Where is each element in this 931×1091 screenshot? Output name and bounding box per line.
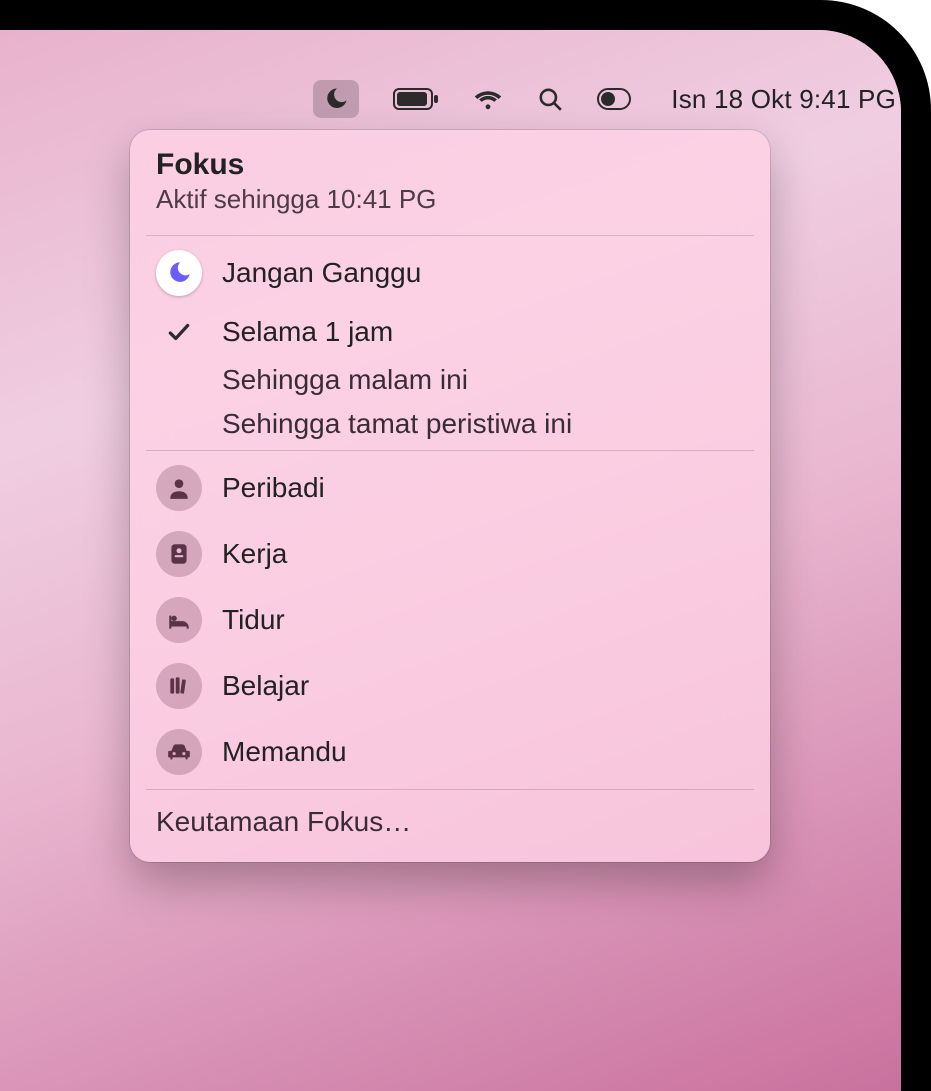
focus-duration-until-event-ends[interactable]: Sehingga tamat peristiwa ini — [130, 402, 770, 446]
focus-mode-work[interactable]: Kerja — [130, 521, 770, 587]
wifi-icon[interactable] — [473, 87, 503, 111]
person-icon — [156, 465, 202, 511]
focus-mode-do-not-disturb[interactable]: Jangan Ganggu — [130, 240, 770, 306]
divider — [146, 235, 754, 236]
books-icon — [156, 663, 202, 709]
bed-icon — [156, 597, 202, 643]
focus-panel-header: Fokus Aktif sehingga 10:41 PG — [130, 144, 770, 231]
focus-duration-until-evening[interactable]: Sehingga malam ini — [130, 358, 770, 402]
divider — [146, 789, 754, 790]
focus-mode-label: Belajar — [222, 670, 309, 702]
focus-menubar-icon[interactable] — [313, 80, 359, 118]
focus-duration-label: Selama 1 jam — [222, 316, 393, 348]
car-icon — [156, 729, 202, 775]
focus-mode-personal[interactable]: Peribadi — [130, 455, 770, 521]
focus-preferences-link[interactable]: Keutamaan Fokus… — [130, 794, 770, 852]
menu-bar: Isn 18 Okt 9:41 PG — [0, 75, 931, 123]
focus-duration-1hour[interactable]: Selama 1 jam — [130, 306, 770, 358]
focus-panel-subtitle: Aktif sehingga 10:41 PG — [156, 184, 744, 215]
focus-duration-label: Sehingga tamat peristiwa ini — [222, 408, 572, 440]
spotlight-icon[interactable] — [537, 86, 563, 112]
focus-mode-label: Peribadi — [222, 472, 325, 504]
focus-panel-title: Fokus — [156, 148, 744, 182]
focus-dropdown-panel: Fokus Aktif sehingga 10:41 PG Jangan Gan… — [130, 130, 770, 862]
focus-mode-label: Tidur — [222, 604, 285, 636]
menu-bar-datetime[interactable]: Isn 18 Okt 9:41 PG — [671, 84, 896, 115]
checkmark-icon — [156, 319, 202, 345]
focus-mode-study[interactable]: Belajar — [130, 653, 770, 719]
moon-icon — [156, 250, 202, 296]
focus-mode-label: Jangan Ganggu — [222, 257, 421, 289]
focus-mode-label: Memandu — [222, 736, 347, 768]
battery-icon[interactable] — [393, 87, 439, 111]
divider — [146, 450, 754, 451]
badge-icon — [156, 531, 202, 577]
focus-preferences-label: Keutamaan Fokus… — [156, 806, 411, 837]
focus-mode-sleep[interactable]: Tidur — [130, 587, 770, 653]
focus-mode-driving[interactable]: Memandu — [130, 719, 770, 785]
focus-mode-label: Kerja — [222, 538, 287, 570]
focus-duration-label: Sehingga malam ini — [222, 364, 468, 396]
control-center-icon[interactable] — [597, 88, 631, 110]
